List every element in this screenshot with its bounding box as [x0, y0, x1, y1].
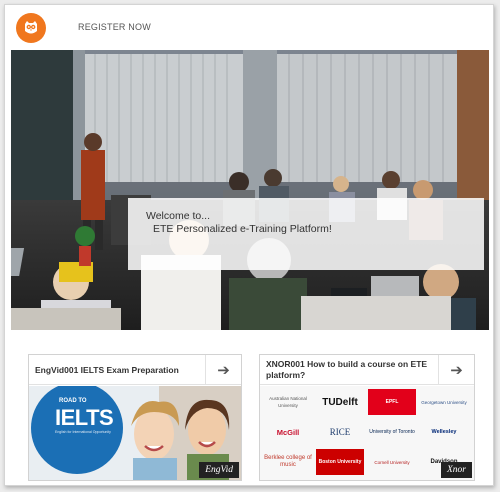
ielts-subtitle-text: English for International Opportunity	[55, 430, 111, 434]
course-card[interactable]: XNOR001 How to build a course on ETE pla…	[259, 354, 475, 481]
course-card[interactable]: EngVid001 IELTS Exam Preparation ➔ ROAD …	[28, 354, 242, 481]
university-logo: McGill	[276, 427, 300, 437]
university-logo: Berklee college of music	[264, 455, 312, 468]
ielts-road-to-text: ROAD TO	[59, 398, 87, 404]
page-frame: REGISTER NOW Welcome to... ETE Personali…	[4, 4, 494, 486]
arrow-right-icon[interactable]: ➔	[205, 355, 241, 385]
provider-badge: EngVid	[199, 462, 239, 478]
arrow-right-icon[interactable]: ➔	[438, 355, 474, 385]
course-card-header: XNOR001 How to build a course on ETE pla…	[260, 355, 474, 385]
university-logo: RICE	[329, 426, 351, 437]
welcome-heading: Welcome to...	[146, 210, 210, 222]
welcome-subheading: ETE Personalized e-Training Platform!	[153, 223, 332, 235]
welcome-box: Welcome to... ETE Personalized e-Trainin…	[128, 198, 484, 270]
university-logo: EPFL	[368, 389, 416, 415]
course-title[interactable]: EngVid001 IELTS Exam Preparation	[35, 365, 205, 376]
classroom-photo	[11, 50, 489, 330]
university-logo: University of Toronto	[369, 428, 415, 435]
university-logo: TUDelft	[322, 396, 358, 408]
university-logo: Wellesley	[431, 428, 457, 435]
site-logo[interactable]	[16, 13, 46, 43]
course-thumbnail[interactable]: Australian National University TUDelft E…	[260, 386, 474, 480]
course-thumbnail[interactable]: ROAD TO IELTS English for International …	[29, 386, 241, 480]
university-logo: Georgetown University	[421, 399, 467, 405]
owl-icon	[25, 21, 37, 34]
ielts-logo-text: IELTS	[55, 405, 114, 430]
university-logo: Boston University	[316, 449, 364, 475]
provider-badge: Xnor	[441, 462, 472, 478]
course-title[interactable]: XNOR001 How to build a course on ETE pla…	[266, 359, 438, 380]
register-now-link[interactable]: REGISTER NOW	[78, 22, 151, 32]
top-bar: REGISTER NOW	[5, 5, 493, 49]
course-card-header: EngVid001 IELTS Exam Preparation ➔	[29, 355, 241, 385]
hero-banner: Welcome to... ETE Personalized e-Trainin…	[11, 50, 489, 330]
university-logo: Cornell University	[374, 459, 410, 465]
university-logo: Australian National University	[269, 396, 307, 408]
